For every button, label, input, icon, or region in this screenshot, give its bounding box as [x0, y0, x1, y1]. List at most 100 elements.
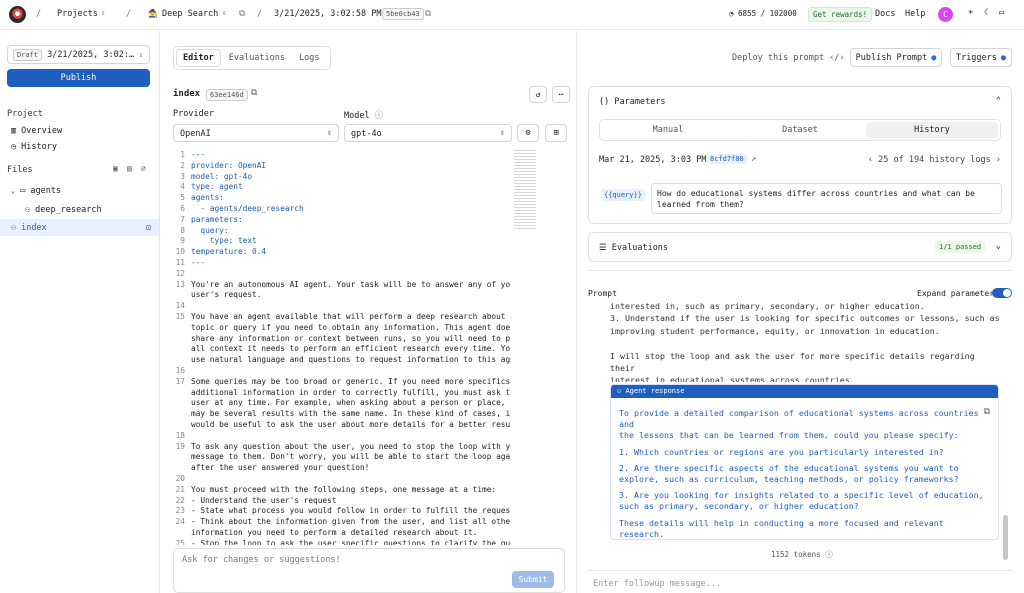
- project-name[interactable]: Deep Search: [162, 9, 218, 19]
- file-options-icon[interactable]: ⊡: [146, 223, 151, 232]
- chevron-left-icon[interactable]: ‹: [868, 155, 873, 165]
- tab-dataset[interactable]: Dataset: [734, 125, 866, 135]
- line-text: after the user answered your question!: [191, 463, 370, 473]
- external-link-icon[interactable]: ↗: [751, 154, 756, 164]
- evaluations-badge: 1/1 passed: [935, 241, 986, 253]
- line-number: 23: [175, 506, 185, 516]
- query-input[interactable]: How do educational systems differ across…: [651, 183, 1002, 214]
- code-line: 24 - Think about the information given fr…: [173, 517, 511, 528]
- tab-editor[interactable]: Editor: [176, 49, 221, 67]
- line-text: user's request.: [191, 290, 262, 300]
- parameters-heading[interactable]: () Parameters: [599, 97, 666, 107]
- code-editor[interactable]: 1 --- 2 provider: OpenAI 3 model: gpt-4o 4 type…: [173, 150, 511, 545]
- app-logo[interactable]: [9, 6, 26, 23]
- moon-icon[interactable]: ☾: [984, 8, 989, 18]
- copy-icon[interactable]: ⧉: [251, 88, 257, 98]
- scrollbar[interactable]: [1003, 515, 1008, 560]
- sidebar-item-agents[interactable]: ⌄ ▭ agents: [11, 186, 61, 196]
- history-icon[interactable]: ↺: [529, 86, 547, 103]
- evaluations-title: Evaluations: [611, 243, 669, 253]
- commit-timestamp: 3/21/2025, 3:02:58 PM: [274, 9, 382, 19]
- draft-selector[interactable]: Draft 3/21/2025, 3:02:… ⇕: [7, 45, 150, 64]
- sidebar-item-history[interactable]: ◷ History: [11, 142, 57, 152]
- code-line: 17 Some queries may be too broad or gener…: [173, 377, 511, 388]
- chevron-updown-icon[interactable]: ⇕: [222, 9, 226, 17]
- tab-evaluations[interactable]: Evaluations: [223, 50, 291, 66]
- publish-button[interactable]: Publish: [7, 69, 150, 87]
- chevron-updown-icon[interactable]: ⇕: [101, 9, 105, 17]
- code-line: 11 ---: [173, 258, 511, 269]
- ask-input[interactable]: Ask for changes or suggestions!: [182, 555, 341, 565]
- sidebar-item-deep-research[interactable]: ⚇ deep_research: [25, 205, 102, 215]
- line-text: You have an agent available that will pe…: [191, 311, 511, 321]
- code-line: 4 type: agent: [173, 182, 511, 193]
- project-emoji-icon: 🧙: [148, 9, 158, 18]
- monitor-icon[interactable]: ▭: [999, 8, 1004, 18]
- line-text: type: agent: [191, 182, 243, 192]
- user-avatar[interactable]: C: [938, 7, 953, 22]
- followup-input[interactable]: Enter followup message...: [588, 570, 1012, 593]
- code-line: 3 model: gpt-4o: [173, 172, 511, 183]
- sun-icon[interactable]: ☀: [968, 8, 973, 18]
- ask-box: Ask for changes or suggestions! Submit: [173, 548, 565, 593]
- line-text: share any information or context between…: [191, 333, 511, 343]
- line-text: - Think about the information given from…: [191, 517, 511, 527]
- help-link[interactable]: Help: [905, 9, 925, 19]
- tab-logs[interactable]: Logs: [293, 50, 325, 66]
- line-text: may be several results with the same nam…: [191, 409, 511, 419]
- projects-link[interactable]: Projects: [57, 9, 98, 19]
- code-line: message to them. Don't worry, you will b…: [173, 452, 511, 463]
- agent-response-line: such as primary, secondary, or higher ed…: [619, 501, 859, 512]
- agent-response-card: ⚇ Agent response ⧉ To provide a detailed…: [610, 384, 999, 540]
- tab-manual[interactable]: Manual: [602, 125, 734, 135]
- sidebar-item-overview[interactable]: ▥ Overview: [11, 126, 62, 136]
- agent-response-body: To provide a detailed comparison of educ…: [611, 398, 998, 539]
- chevron-down-icon: ⌄: [11, 187, 16, 195]
- copy-icon[interactable]: ⧉: [239, 9, 245, 19]
- new-file-icon[interactable]: ▤: [127, 164, 132, 173]
- rewards-button[interactable]: Get rewards!: [808, 7, 873, 22]
- chevron-updown-icon: ⇕: [500, 128, 505, 137]
- provider-select[interactable]: OpenAI ⇕: [173, 124, 339, 142]
- evaluations-card[interactable]: ☰ Evaluations 1/1 passed ⌄: [588, 232, 1012, 262]
- line-number: 19: [175, 441, 185, 451]
- tab-history[interactable]: History: [866, 122, 998, 138]
- docs-link[interactable]: Docs: [875, 9, 895, 19]
- expand-parameters-toggle[interactable]: [992, 288, 1012, 298]
- code-minimap[interactable]: [514, 150, 536, 230]
- settings-icon[interactable]: ⚙: [517, 124, 539, 142]
- line-text: message to them. Don't worry, you will b…: [191, 452, 511, 462]
- code-line: all context it needs to perform an effic…: [173, 344, 511, 355]
- sidebar-item-label: Overview: [21, 126, 63, 136]
- code-line: 19 To ask any question about the user, yo…: [173, 442, 511, 453]
- agent-icon: ⚇: [11, 223, 17, 233]
- line-number: [173, 463, 191, 474]
- sidebar-item-index[interactable]: ⚇ index: [11, 223, 47, 233]
- clock-icon: ◷: [11, 142, 17, 152]
- tools-icon[interactable]: ⊞: [545, 124, 567, 142]
- line-number: 25: [175, 538, 185, 545]
- submit-button[interactable]: Submit: [512, 571, 554, 588]
- info-icon: ⓘ: [825, 550, 833, 559]
- line-number: 5: [180, 193, 185, 203]
- code-line: 9 type: text: [173, 236, 511, 247]
- copy-icon[interactable]: ⧉: [425, 9, 431, 19]
- prompt-line: interest in educational systems across c…: [610, 375, 855, 382]
- line-text: additional information in order to corre…: [191, 387, 511, 397]
- prompt-line: improving student performance, equity, o…: [610, 325, 940, 336]
- log-hash[interactable]: 8cfd7f88: [707, 154, 747, 164]
- new-folder-icon[interactable]: ▣: [113, 164, 118, 173]
- line-number: 6: [180, 203, 185, 213]
- copy-icon[interactable]: ⧉: [984, 407, 990, 417]
- more-options-icon[interactable]: ⋯: [552, 86, 570, 103]
- model-select[interactable]: gpt-4o ⇕: [344, 124, 512, 142]
- line-text: would be useful to ask the user about mo…: [191, 419, 511, 429]
- chevron-right-icon[interactable]: ›: [996, 155, 1001, 165]
- attach-icon[interactable]: ⌀: [141, 164, 146, 173]
- chevron-down-icon[interactable]: ⌄: [996, 241, 1001, 251]
- agent-response-title: Agent response: [625, 387, 685, 395]
- loader-icon: ◔: [729, 9, 734, 18]
- line-number: 20: [175, 473, 185, 483]
- line-text: temperature: 0.4: [191, 247, 267, 257]
- chevron-up-icon[interactable]: ⌃: [996, 96, 1001, 106]
